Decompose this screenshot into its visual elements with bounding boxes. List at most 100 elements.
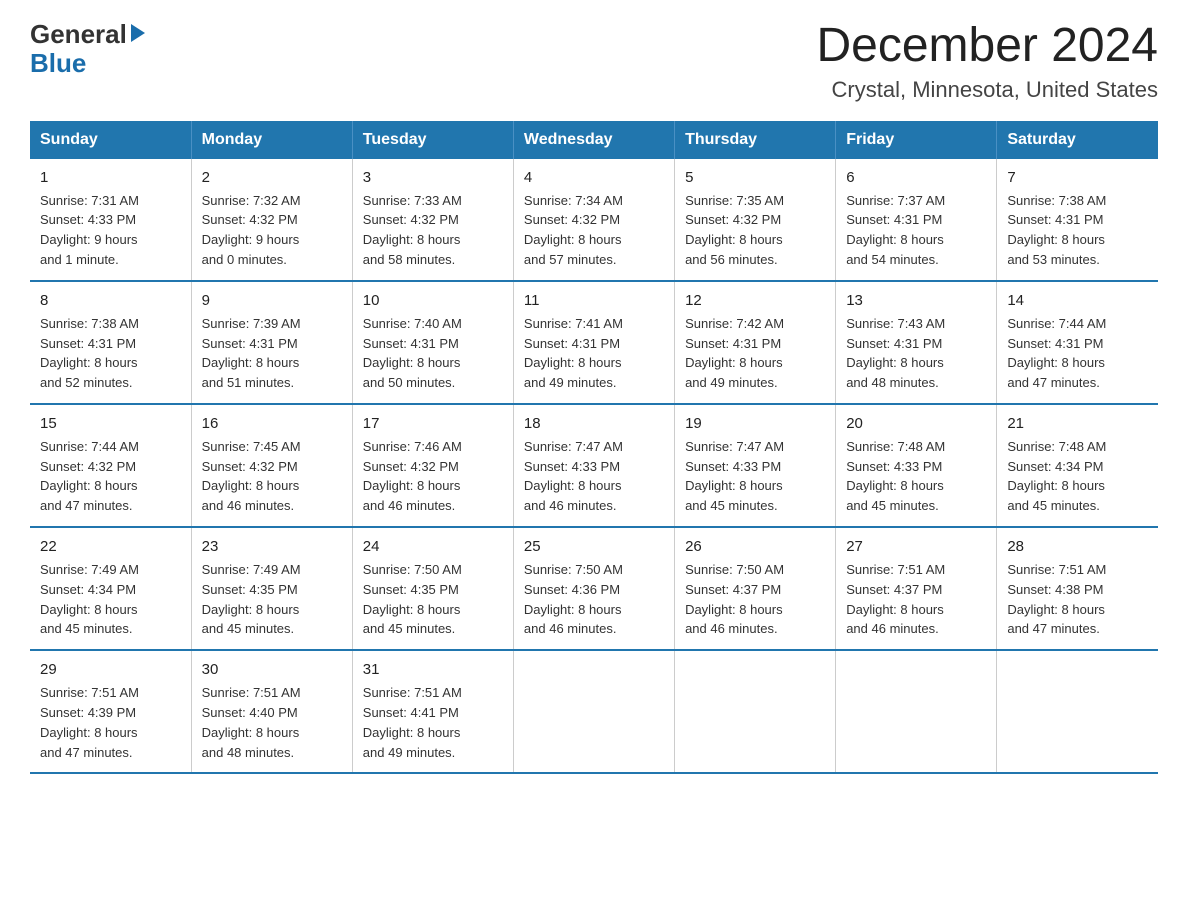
day-number: 29: [40, 659, 181, 681]
day-info: Sunrise: 7:51 AMSunset: 4:40 PMDaylight:…: [202, 685, 301, 760]
day-number: 15: [40, 413, 181, 435]
day-info: Sunrise: 7:33 AMSunset: 4:32 PMDaylight:…: [363, 193, 462, 268]
calendar-header-row: SundayMondayTuesdayWednesdayThursdayFrid…: [30, 121, 1158, 159]
col-header-monday: Monday: [191, 121, 352, 159]
calendar-cell: 16Sunrise: 7:45 AMSunset: 4:32 PMDayligh…: [191, 404, 352, 527]
logo-general-row: General: [30, 20, 145, 49]
calendar-cell: 28 Sunrise: 7:51 AMSunset: 4:38 PMDayligh…: [997, 527, 1158, 650]
day-number: 4: [524, 167, 664, 189]
calendar-week-row: 22 Sunrise: 7:49 AMSunset: 4:34 PMDayligh…: [30, 527, 1158, 650]
day-info: Sunrise: 7:41 AMSunset: 4:31 PMDaylight:…: [524, 316, 623, 391]
day-info: Sunrise: 7:32 AMSunset: 4:32 PMDaylight:…: [202, 193, 301, 268]
day-number: 9: [202, 290, 342, 312]
day-number: 13: [846, 290, 986, 312]
calendar-week-row: 1 Sunrise: 7:31 AMSunset: 4:33 PMDaylight…: [30, 159, 1158, 281]
calendar-cell: 27 Sunrise: 7:51 AMSunset: 4:37 PMDayligh…: [836, 527, 997, 650]
day-info: Sunrise: 7:47 AMSunset: 4:33 PMDaylight:…: [685, 439, 784, 514]
calendar-cell: 31 Sunrise: 7:51 AMSunset: 4:41 PMDayligh…: [352, 650, 513, 773]
calendar-cell: 30 Sunrise: 7:51 AMSunset: 4:40 PMDayligh…: [191, 650, 352, 773]
day-number: 6: [846, 167, 986, 189]
day-number: 24: [363, 536, 503, 558]
day-info: Sunrise: 7:38 AMSunset: 4:31 PMDaylight:…: [40, 316, 139, 391]
day-number: 1: [40, 167, 181, 189]
day-info: Sunrise: 7:34 AMSunset: 4:32 PMDaylight:…: [524, 193, 623, 268]
calendar-cell: 26 Sunrise: 7:50 AMSunset: 4:37 PMDayligh…: [675, 527, 836, 650]
calendar-cell: 22 Sunrise: 7:49 AMSunset: 4:34 PMDayligh…: [30, 527, 191, 650]
calendar-cell: 8 Sunrise: 7:38 AMSunset: 4:31 PMDaylight…: [30, 281, 191, 404]
day-info: Sunrise: 7:48 AMSunset: 4:34 PMDaylight:…: [1007, 439, 1106, 514]
day-number: 14: [1007, 290, 1148, 312]
calendar-cell: [513, 650, 674, 773]
calendar-cell: 12Sunrise: 7:42 AMSunset: 4:31 PMDayligh…: [675, 281, 836, 404]
logo-blue-text: Blue: [30, 49, 86, 78]
calendar-cell: [675, 650, 836, 773]
day-number: 7: [1007, 167, 1148, 189]
day-info: Sunrise: 7:51 AMSunset: 4:38 PMDaylight:…: [1007, 562, 1106, 637]
calendar-cell: 5Sunrise: 7:35 AMSunset: 4:32 PMDaylight…: [675, 159, 836, 281]
day-number: 3: [363, 167, 503, 189]
calendar-cell: [997, 650, 1158, 773]
day-number: 8: [40, 290, 181, 312]
day-number: 22: [40, 536, 181, 558]
day-number: 20: [846, 413, 986, 435]
day-number: 26: [685, 536, 825, 558]
col-header-sunday: Sunday: [30, 121, 191, 159]
calendar-cell: 25 Sunrise: 7:50 AMSunset: 4:36 PMDayligh…: [513, 527, 674, 650]
calendar-cell: 10 Sunrise: 7:40 AMSunset: 4:31 PMDayligh…: [352, 281, 513, 404]
day-number: 12: [685, 290, 825, 312]
calendar-cell: 11 Sunrise: 7:41 AMSunset: 4:31 PMDayligh…: [513, 281, 674, 404]
calendar-table: SundayMondayTuesdayWednesdayThursdayFrid…: [30, 121, 1158, 775]
day-info: Sunrise: 7:40 AMSunset: 4:31 PMDaylight:…: [363, 316, 462, 391]
logo-general-text: General: [30, 20, 127, 49]
day-info: Sunrise: 7:44 AMSunset: 4:31 PMDaylight:…: [1007, 316, 1106, 391]
day-number: 2: [202, 167, 342, 189]
calendar-cell: 6 Sunrise: 7:37 AMSunset: 4:31 PMDaylight…: [836, 159, 997, 281]
day-info: Sunrise: 7:43 AMSunset: 4:31 PMDaylight:…: [846, 316, 945, 391]
day-info: Sunrise: 7:49 AMSunset: 4:34 PMDaylight:…: [40, 562, 139, 637]
col-header-friday: Friday: [836, 121, 997, 159]
day-info: Sunrise: 7:51 AMSunset: 4:41 PMDaylight:…: [363, 685, 462, 760]
day-info: Sunrise: 7:49 AMSunset: 4:35 PMDaylight:…: [202, 562, 301, 637]
calendar-cell: 24Sunrise: 7:50 AMSunset: 4:35 PMDayligh…: [352, 527, 513, 650]
day-number: 19: [685, 413, 825, 435]
calendar-week-row: 8 Sunrise: 7:38 AMSunset: 4:31 PMDaylight…: [30, 281, 1158, 404]
calendar-week-row: 29 Sunrise: 7:51 AMSunset: 4:39 PMDayligh…: [30, 650, 1158, 773]
day-number: 27: [846, 536, 986, 558]
calendar-cell: 9 Sunrise: 7:39 AMSunset: 4:31 PMDaylight…: [191, 281, 352, 404]
day-info: Sunrise: 7:31 AMSunset: 4:33 PMDaylight:…: [40, 193, 139, 268]
calendar-cell: 14 Sunrise: 7:44 AMSunset: 4:31 PMDayligh…: [997, 281, 1158, 404]
day-number: 10: [363, 290, 503, 312]
day-info: Sunrise: 7:37 AMSunset: 4:31 PMDaylight:…: [846, 193, 945, 268]
calendar-cell: 23 Sunrise: 7:49 AMSunset: 4:35 PMDayligh…: [191, 527, 352, 650]
calendar-cell: 15Sunrise: 7:44 AMSunset: 4:32 PMDayligh…: [30, 404, 191, 527]
calendar-cell: 21Sunrise: 7:48 AMSunset: 4:34 PMDayligh…: [997, 404, 1158, 527]
day-info: Sunrise: 7:39 AMSunset: 4:31 PMDaylight:…: [202, 316, 301, 391]
day-info: Sunrise: 7:35 AMSunset: 4:32 PMDaylight:…: [685, 193, 784, 268]
calendar-cell: 13 Sunrise: 7:43 AMSunset: 4:31 PMDayligh…: [836, 281, 997, 404]
calendar-week-row: 15Sunrise: 7:44 AMSunset: 4:32 PMDayligh…: [30, 404, 1158, 527]
day-info: Sunrise: 7:51 AMSunset: 4:37 PMDaylight:…: [846, 562, 945, 637]
title-block: December 2024 Crystal, Minnesota, United…: [816, 20, 1158, 103]
day-number: 11: [524, 290, 664, 312]
calendar-cell: 20 Sunrise: 7:48 AMSunset: 4:33 PMDayligh…: [836, 404, 997, 527]
day-info: Sunrise: 7:51 AMSunset: 4:39 PMDaylight:…: [40, 685, 139, 760]
calendar-cell: 29 Sunrise: 7:51 AMSunset: 4:39 PMDayligh…: [30, 650, 191, 773]
day-number: 25: [524, 536, 664, 558]
day-info: Sunrise: 7:47 AMSunset: 4:33 PMDaylight:…: [524, 439, 623, 514]
calendar-cell: 4 Sunrise: 7:34 AMSunset: 4:32 PMDaylight…: [513, 159, 674, 281]
day-number: 23: [202, 536, 342, 558]
calendar-cell: 1 Sunrise: 7:31 AMSunset: 4:33 PMDaylight…: [30, 159, 191, 281]
col-header-wednesday: Wednesday: [513, 121, 674, 159]
day-number: 16: [202, 413, 342, 435]
page-header: General Blue December 2024 Crystal, Minn…: [30, 20, 1158, 103]
day-info: Sunrise: 7:50 AMSunset: 4:36 PMDaylight:…: [524, 562, 623, 637]
day-number: 30: [202, 659, 342, 681]
day-info: Sunrise: 7:50 AMSunset: 4:37 PMDaylight:…: [685, 562, 784, 637]
calendar-cell: 3 Sunrise: 7:33 AMSunset: 4:32 PMDaylight…: [352, 159, 513, 281]
calendar-cell: 17Sunrise: 7:46 AMSunset: 4:32 PMDayligh…: [352, 404, 513, 527]
day-number: 31: [363, 659, 503, 681]
day-info: Sunrise: 7:38 AMSunset: 4:31 PMDaylight:…: [1007, 193, 1106, 268]
calendar-cell: 19 Sunrise: 7:47 AMSunset: 4:33 PMDayligh…: [675, 404, 836, 527]
day-info: Sunrise: 7:48 AMSunset: 4:33 PMDaylight:…: [846, 439, 945, 514]
day-number: 28: [1007, 536, 1148, 558]
